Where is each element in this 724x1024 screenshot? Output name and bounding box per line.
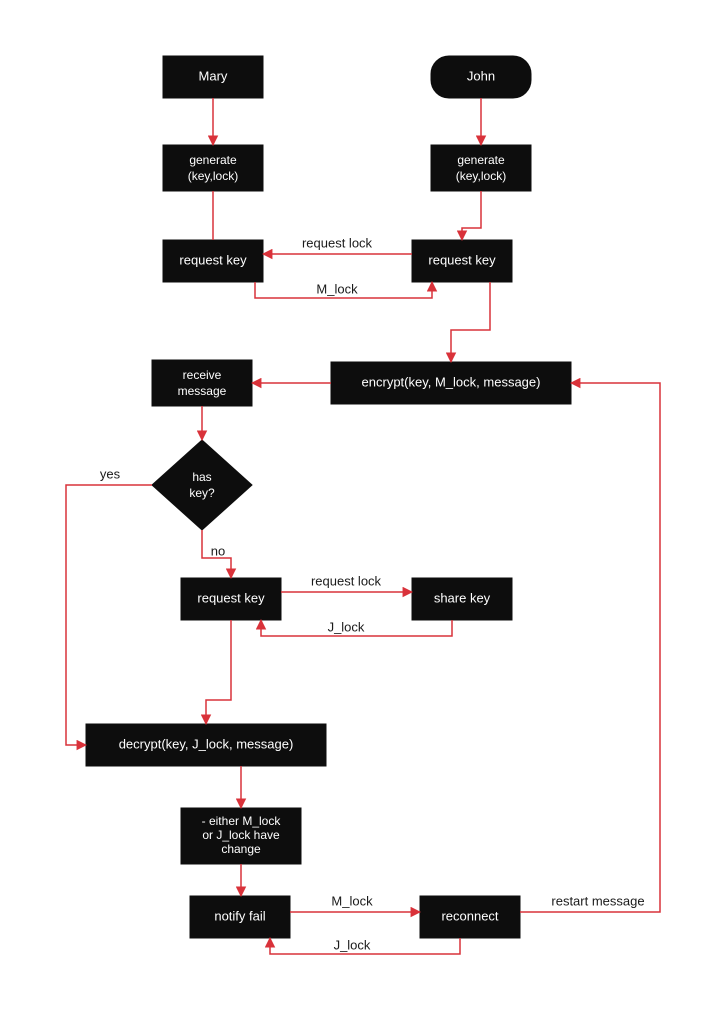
node-mary-label: Mary (199, 68, 228, 83)
edge-restart-message-label: restart message (551, 893, 644, 908)
edge-reqkey2-to-decrypt (206, 620, 231, 724)
node-lock-change-l1: - either M_lock (202, 814, 282, 828)
node-notify-fail: notify fail (190, 896, 290, 938)
node-has-key: has key? (152, 440, 252, 530)
node-reconnect-label: reconnect (441, 908, 498, 923)
node-receive-message-l1: receive (183, 368, 222, 382)
node-john: John (431, 56, 531, 98)
node-lock-change: - either M_lock or J_lock have change (181, 808, 301, 864)
node-share-key: share key (412, 578, 512, 620)
edge-haskey-no-label: no (211, 543, 225, 558)
node-generate-john-l2: (key,lock) (456, 169, 506, 183)
node-lock-change-l3: change (221, 842, 261, 856)
node-receive-message: receive message (152, 360, 252, 406)
node-request-key-mary: request key (163, 240, 263, 282)
node-encrypt-label: encrypt(key, M_lock, message) (362, 374, 541, 389)
edge-reqkeyj-to-encrypt (451, 282, 490, 362)
node-decrypt-label: decrypt(key, J_lock, message) (119, 736, 294, 751)
edge-mlock-1-label: M_lock (316, 281, 358, 296)
node-reconnect: reconnect (420, 896, 520, 938)
node-generate-john: generate (key,lock) (431, 145, 531, 191)
node-john-label: John (467, 68, 495, 83)
node-generate-mary-l2: (key,lock) (188, 169, 238, 183)
node-receive-message-l2: message (178, 384, 227, 398)
edge-reqlock-1-label: request lock (302, 235, 373, 250)
node-generate-mary-l1: generate (189, 153, 237, 167)
node-has-key-l1: has (192, 470, 211, 484)
edge-mlock-2-label: M_lock (331, 893, 373, 908)
node-request-key-2-label: request key (197, 590, 265, 605)
node-request-key-2: request key (181, 578, 281, 620)
node-has-key-l2: key? (189, 486, 215, 500)
node-generate-john-l1: generate (457, 153, 505, 167)
edge-jlock-1-label: J_lock (328, 619, 365, 634)
node-encrypt: encrypt(key, M_lock, message) (331, 362, 571, 404)
node-share-key-label: share key (434, 590, 491, 605)
node-request-key-john: request key (412, 240, 512, 282)
edge-restart-message (520, 383, 660, 912)
node-request-key-john-label: request key (428, 252, 496, 267)
edge-haskey-yes-label: yes (100, 466, 121, 481)
edge-haskey-yes (66, 485, 152, 745)
node-decrypt: decrypt(key, J_lock, message) (86, 724, 326, 766)
node-generate-mary: generate (key,lock) (163, 145, 263, 191)
edge-jlock-2-label: J_lock (334, 937, 371, 952)
node-mary: Mary (163, 56, 263, 98)
node-notify-fail-label: notify fail (214, 908, 265, 923)
flowchart-canvas: Mary John generate (key,lock) generate (… (0, 0, 724, 1024)
edge-reqlock-2-label: request lock (311, 573, 382, 588)
node-request-key-mary-label: request key (179, 252, 247, 267)
node-lock-change-l2: or J_lock have (202, 828, 280, 842)
edge-genj-to-reqkeyj (462, 191, 481, 240)
